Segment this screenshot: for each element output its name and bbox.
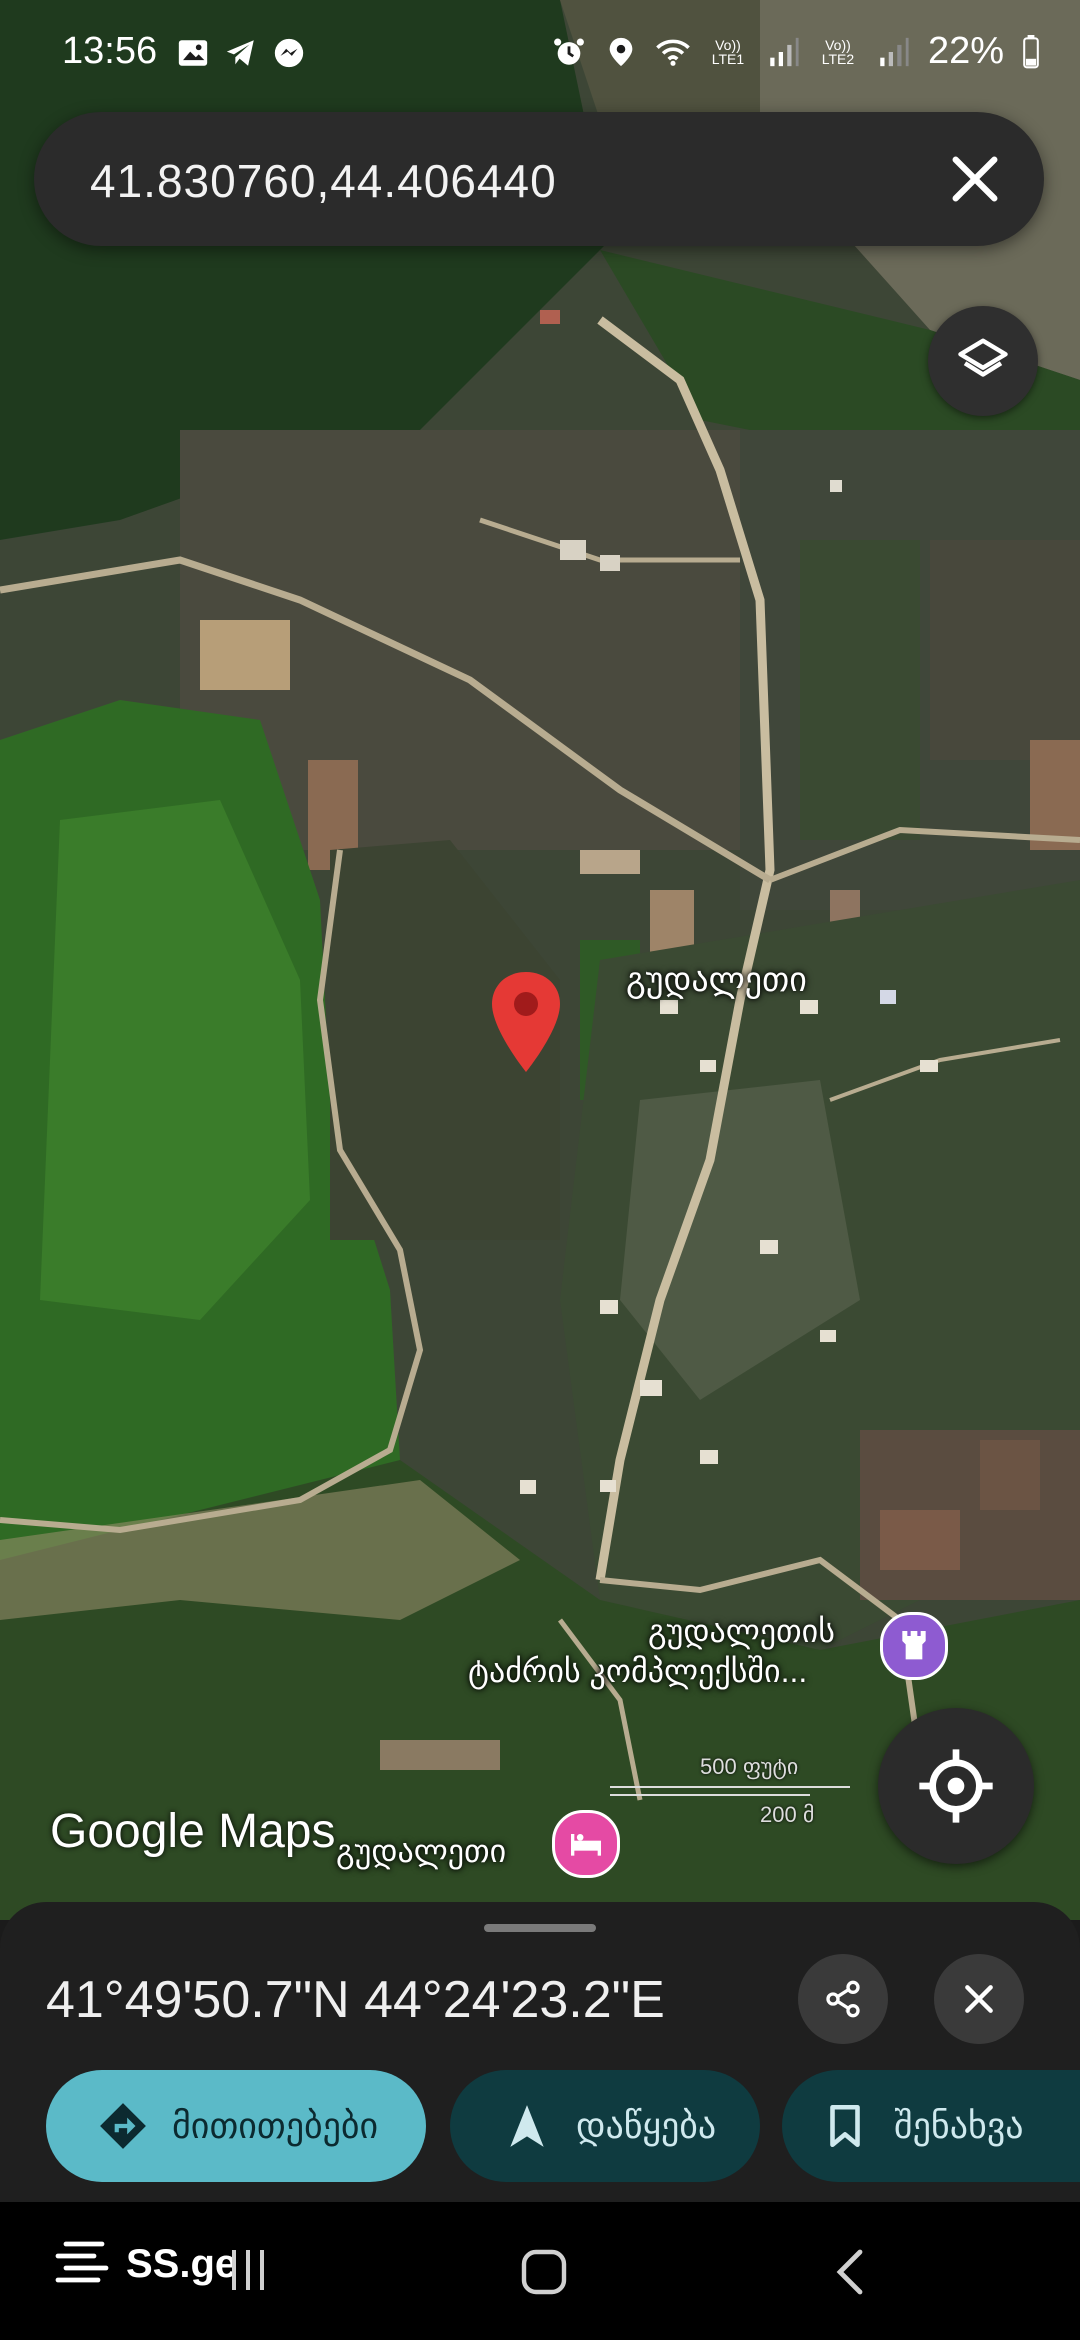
- hotel-poi[interactable]: [552, 1810, 620, 1878]
- share-icon: [826, 1980, 860, 2018]
- signal-lte2-icon: [880, 37, 909, 66]
- status-bar: 13:56 Vo)) LTE1 Vo)) LTE2 22%: [0, 0, 1080, 110]
- drag-handle[interactable]: [484, 1924, 596, 1932]
- sim2-label: Vo)) LTE2: [821, 36, 855, 67]
- alarm-icon: [554, 38, 584, 65]
- messenger-icon: [274, 38, 304, 68]
- app-shortcut[interactable]: SS.ge: [54, 2236, 237, 2292]
- status-time: 13:56: [62, 30, 158, 72]
- place-bottom-sheet[interactable]: 41°49'50.7"N 44°24'23.2"E მითითებები დაწ…: [0, 1902, 1080, 2202]
- sim1-label: Vo)) LTE1: [711, 36, 745, 67]
- save-button[interactable]: შენახვა: [782, 2070, 1080, 2182]
- telegram-icon: [226, 40, 254, 66]
- map-pin-icon: [492, 972, 560, 1072]
- google-maps-attribution: Google Maps: [50, 1805, 336, 1858]
- start-button[interactable]: დაწყება: [450, 2070, 760, 2182]
- castle-icon: [902, 1631, 926, 1660]
- bookmark-icon: [830, 2104, 860, 2148]
- close-icon[interactable]: [946, 150, 1004, 208]
- church-poi[interactable]: [880, 1612, 948, 1680]
- menu-lines-icon: [55, 2241, 109, 2283]
- close-sheet-button[interactable]: [934, 1954, 1024, 2044]
- location-icon: [609, 37, 633, 66]
- my-location-button[interactable]: [878, 1708, 1034, 1864]
- system-navigation-bar: SS.ge: [0, 2202, 1080, 2340]
- village-label[interactable]: გუდალეთი: [626, 960, 807, 1000]
- save-label: შენახვა: [894, 2105, 1024, 2146]
- battery-icon: [1023, 34, 1039, 68]
- church-label-line1[interactable]: გუდალეთის: [648, 1612, 835, 1650]
- close-icon: [965, 1985, 993, 2013]
- start-label: დაწყება: [576, 2105, 717, 2146]
- share-button[interactable]: [798, 1954, 888, 2044]
- wifi-icon: [656, 39, 690, 66]
- search-bar[interactable]: 41.830760,44.406440: [34, 112, 1044, 246]
- gallery-icon: [178, 40, 208, 66]
- search-query[interactable]: 41.830760,44.406440: [90, 154, 557, 208]
- navigation-arrow-icon: [510, 2105, 544, 2147]
- layers-button[interactable]: [928, 306, 1038, 416]
- dropped-pin[interactable]: [490, 970, 562, 1079]
- directions-button[interactable]: მითითებები: [46, 2070, 426, 2182]
- signal-lte1-icon: [770, 37, 799, 66]
- scale-meters: 200 მ: [760, 1802, 815, 1827]
- directions-icon: [100, 2103, 146, 2149]
- layers-icon: [958, 338, 1008, 377]
- crosshair-icon: [919, 1749, 993, 1823]
- battery-percent: 22%: [927, 30, 1004, 72]
- recents-icon[interactable]: [228, 2246, 268, 2294]
- church-label-line2[interactable]: ტაძრის კომპლექსში...: [468, 1652, 807, 1690]
- app-label: SS.ge: [126, 2241, 238, 2286]
- coordinates-title: 41°49'50.7"N 44°24'23.2"E: [46, 1971, 665, 2029]
- map-scale: 500 ფუტი 200 მ: [610, 1748, 870, 1848]
- back-icon[interactable]: [830, 2248, 870, 2296]
- scale-feet: 500 ფუტი: [700, 1754, 799, 1779]
- bed-icon: [571, 1834, 601, 1856]
- hotel-label[interactable]: გუდალეთი: [336, 1832, 506, 1870]
- home-icon[interactable]: [520, 2248, 568, 2296]
- directions-label: მითითებები: [172, 2105, 379, 2146]
